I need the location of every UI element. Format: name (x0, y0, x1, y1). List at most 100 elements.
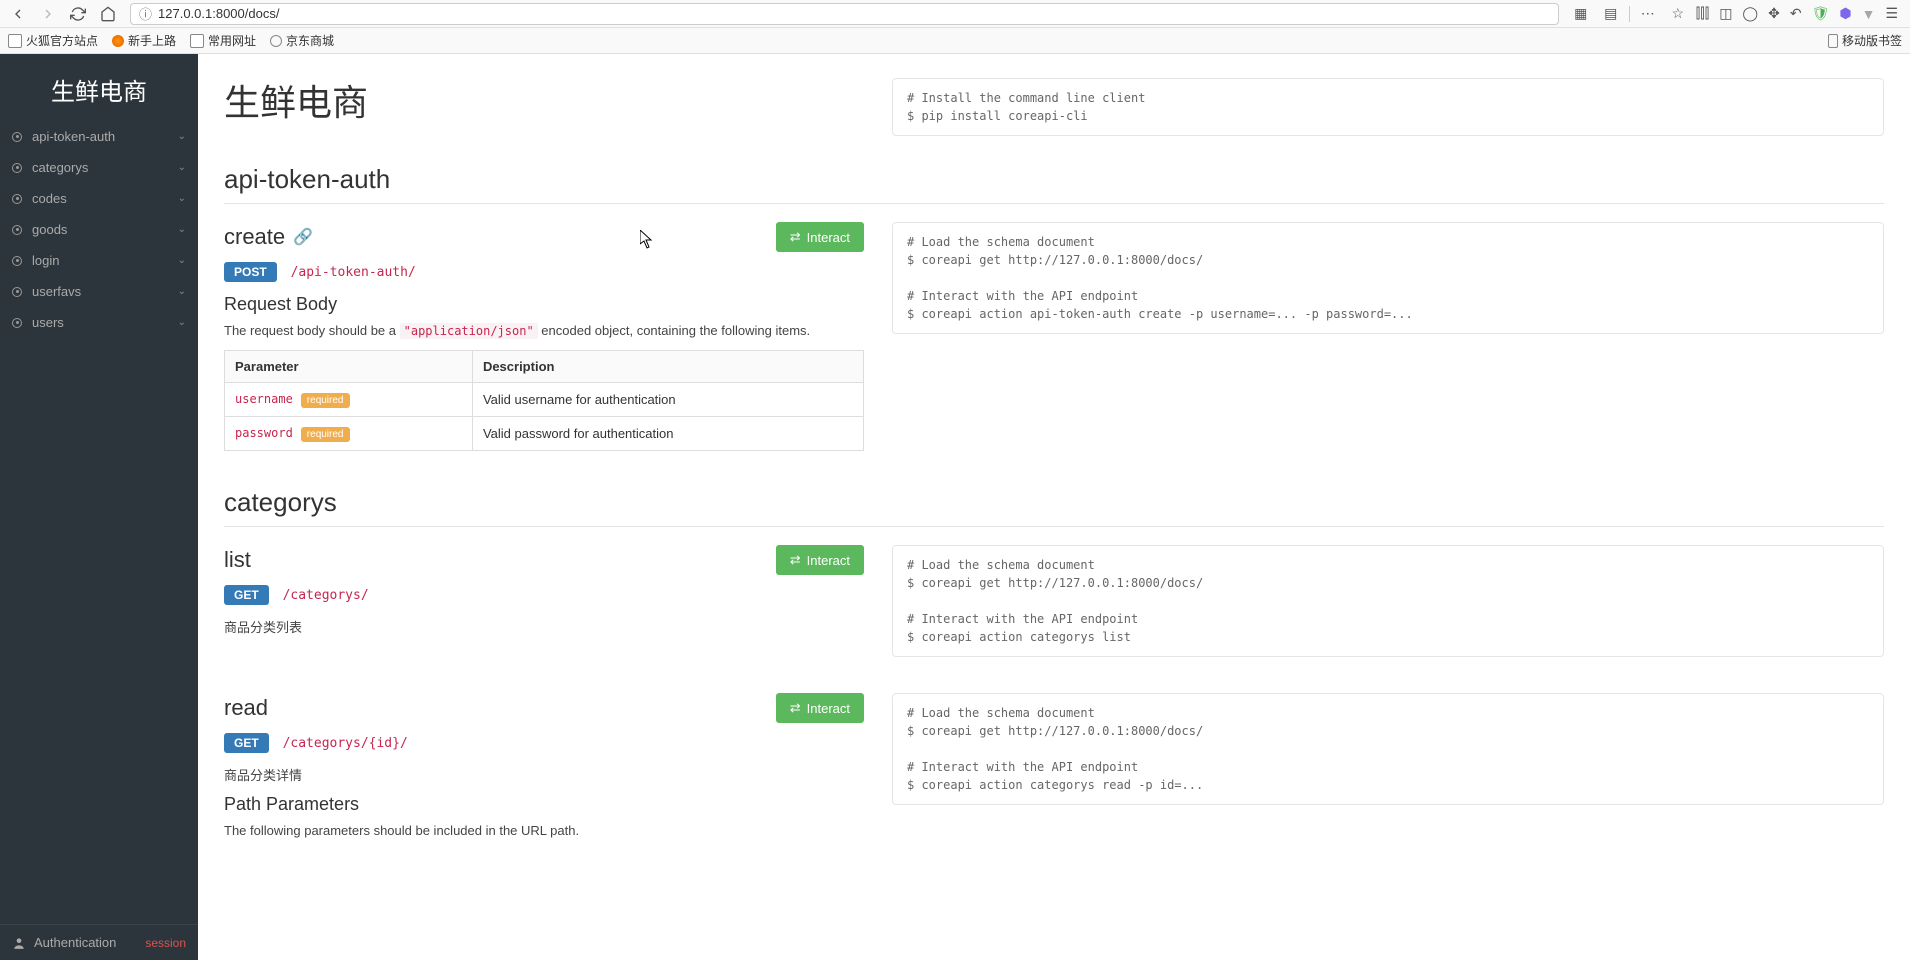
user-icon (12, 936, 26, 950)
chevron-down-icon: ⌄ (178, 255, 186, 266)
verb-badge-post: POST (224, 262, 277, 282)
nav-item-codes[interactable]: codes⌄ (0, 183, 198, 214)
section-categorys: categorys (224, 487, 1884, 527)
extensions-area: ⫿⫿⫿ ◫ ◯ ✥ ↶ 🛡 ⬢ ▼ ☰ (1696, 5, 1904, 22)
exchange-icon: ⇄ (790, 700, 801, 716)
link-icon[interactable]: 🔗 (293, 227, 313, 247)
bookmark-jd[interactable]: 京东商城 (270, 32, 334, 49)
toolbar-divider (1629, 6, 1630, 22)
endpoint-path: /categorys/ (283, 588, 369, 603)
star-icon[interactable]: ☆ (1666, 2, 1690, 26)
request-body-text: The request body should be a "applicatio… (224, 323, 864, 338)
ext2-icon[interactable]: ⬢ (1839, 5, 1851, 22)
param-name: password (235, 426, 293, 440)
radio-icon (12, 132, 22, 142)
method-name-list: list (224, 547, 251, 573)
endpoint-read: read ⇄Interact GET /categorys/{id}/ 商品分类… (224, 693, 1884, 850)
path-params-text: The following parameters should be inclu… (224, 823, 864, 838)
bookmark-mobile[interactable]: 移动版书签 (1828, 32, 1902, 49)
shield-icon[interactable]: 🛡 (1812, 5, 1830, 22)
param-desc: Valid password for authentication (472, 417, 863, 451)
home-button[interactable] (96, 2, 120, 26)
address-bar[interactable]: ⓘ 127.0.0.1:8000/docs/ (130, 3, 1559, 25)
qr-icon[interactable]: ▦ (1569, 2, 1593, 26)
undo-icon[interactable]: ↶ (1790, 5, 1802, 22)
radio-icon (12, 194, 22, 204)
th-description: Description (472, 351, 863, 383)
sidebar: 生鲜电商 api-token-auth⌄ categorys⌄ codes⌄ g… (0, 54, 198, 960)
filter-icon[interactable]: ▼ (1862, 6, 1876, 22)
nav-item-categorys[interactable]: categorys⌄ (0, 152, 198, 183)
menu-icon[interactable]: ☰ (1885, 5, 1898, 22)
session-label[interactable]: session (145, 936, 186, 950)
verb-badge-get: GET (224, 733, 269, 753)
page-actions-icon[interactable]: ⋯ (1636, 2, 1660, 26)
sidebar-title: 生鲜电商 (0, 54, 198, 121)
bookmark-firefox[interactable]: 火狐官方站点 (8, 32, 98, 49)
back-button[interactable] (6, 2, 30, 26)
account-icon[interactable]: ◯ (1742, 5, 1758, 22)
exchange-icon: ⇄ (790, 229, 801, 245)
endpoint-code: # Load the schema document $ coreapi get… (892, 693, 1884, 805)
nav-item-api-token-auth[interactable]: api-token-auth⌄ (0, 121, 198, 152)
sidebar-icon[interactable]: ◫ (1719, 5, 1732, 22)
bookmark-common[interactable]: 常用网址 (190, 32, 256, 49)
chevron-down-icon: ⌄ (178, 286, 186, 297)
method-name-create: create🔗 (224, 224, 313, 250)
endpoint-path: /api-token-auth/ (291, 265, 416, 280)
chevron-down-icon: ⌄ (178, 131, 186, 142)
radio-icon (12, 225, 22, 235)
firefox-icon (112, 35, 124, 47)
ext1-icon[interactable]: ✥ (1768, 5, 1780, 22)
main-content: 生鲜电商 # Install the command line client $… (198, 54, 1910, 960)
interact-button[interactable]: ⇄Interact (776, 545, 864, 575)
param-desc: Valid username for authentication (472, 383, 863, 417)
interact-button[interactable]: ⇄Interact (776, 222, 864, 252)
required-badge: required (301, 427, 350, 442)
radio-icon (12, 287, 22, 297)
bookmarks-bar: 火狐官方站点 新手上路 常用网址 京东商城 移动版书签 (0, 28, 1910, 54)
radio-icon (12, 318, 22, 328)
jd-icon (270, 35, 282, 47)
radio-icon (12, 163, 22, 173)
reload-button[interactable] (66, 2, 90, 26)
library-icon[interactable]: ⫿⫿⫿ (1696, 5, 1709, 22)
endpoint-desc: 商品分类列表 (224, 617, 864, 636)
endpoint-path: /categorys/{id}/ (283, 736, 408, 751)
radio-icon (12, 256, 22, 266)
folder-icon (190, 34, 204, 48)
bookmark-newbie[interactable]: 新手上路 (112, 32, 176, 49)
nav-item-users[interactable]: users⌄ (0, 307, 198, 338)
endpoint-create: create🔗 ⇄Interact POST /api-token-auth/ … (224, 222, 1884, 451)
sidebar-footer: Authentication session (0, 924, 198, 960)
endpoint-list: list ⇄Interact GET /categorys/ 商品分类列表 # … (224, 545, 1884, 657)
request-body-heading: Request Body (224, 294, 864, 315)
method-name-read: read (224, 695, 268, 721)
nav-item-userfavs[interactable]: userfavs⌄ (0, 276, 198, 307)
endpoint-code: # Load the schema document $ coreapi get… (892, 222, 1884, 334)
site-info-icon[interactable]: ⓘ (139, 4, 152, 23)
table-row: usernamerequired Valid username for auth… (225, 383, 864, 417)
mobile-icon (1828, 34, 1838, 48)
endpoint-code: # Load the schema document $ coreapi get… (892, 545, 1884, 657)
page-title: 生鲜电商 (224, 74, 864, 126)
auth-label[interactable]: Authentication (34, 935, 116, 950)
endpoint-desc: 商品分类详情 (224, 765, 864, 784)
nav-item-login[interactable]: login⌄ (0, 245, 198, 276)
path-params-heading: Path Parameters (224, 794, 864, 815)
nav-list: api-token-auth⌄ categorys⌄ codes⌄ goods⌄… (0, 121, 198, 924)
forward-button[interactable] (36, 2, 60, 26)
chevron-down-icon: ⌄ (178, 162, 186, 173)
required-badge: required (301, 393, 350, 408)
reader-icon[interactable]: ▤ (1599, 2, 1623, 26)
chevron-down-icon: ⌄ (178, 317, 186, 328)
chevron-down-icon: ⌄ (178, 224, 186, 235)
browser-toolbar: ⓘ 127.0.0.1:8000/docs/ ▦ ▤ ⋯ ☆ ⫿⫿⫿ ◫ ◯ ✥… (0, 0, 1910, 28)
section-api-token-auth: api-token-auth (224, 164, 1884, 204)
params-table: Parameter Description usernamerequired V… (224, 350, 864, 451)
th-parameter: Parameter (225, 351, 473, 383)
chevron-down-icon: ⌄ (178, 193, 186, 204)
exchange-icon: ⇄ (790, 552, 801, 568)
nav-item-goods[interactable]: goods⌄ (0, 214, 198, 245)
interact-button[interactable]: ⇄Interact (776, 693, 864, 723)
